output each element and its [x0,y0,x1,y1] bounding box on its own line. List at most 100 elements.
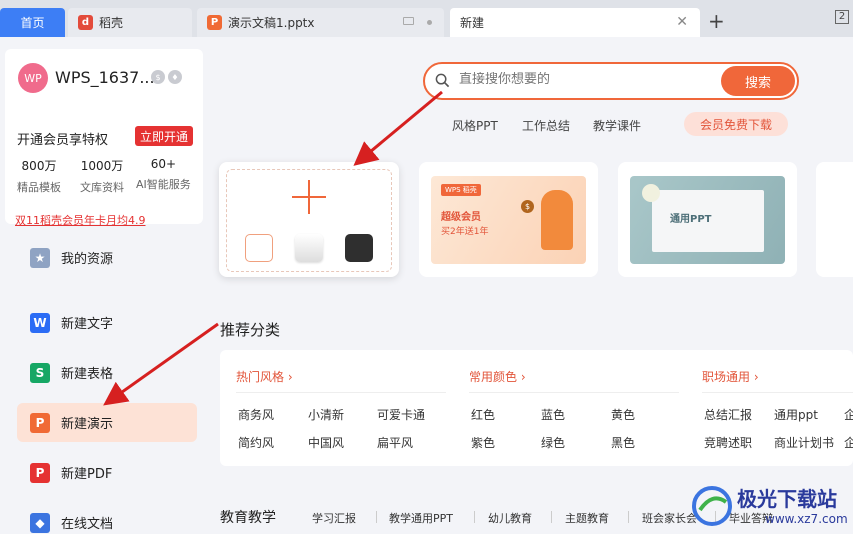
hot-keyword[interactable]: 风格PPT [452,117,498,134]
cloud-doc-icon: ◆ [30,512,50,533]
stat-value: 800万 [21,159,57,173]
category-item[interactable]: 绿色 [541,434,565,451]
star-icon: ★ [30,247,50,268]
writer-icon: W [30,312,50,333]
sidebar-item-online-doc[interactable]: ◆ 在线文档 [17,503,197,534]
tab-home-label: 首页 [20,16,45,30]
category-head-label: 热门风格 [236,370,285,384]
chevron-right-icon: › [753,370,759,384]
vip-badge-icon: ♦ [168,70,182,84]
category-item[interactable]: 黄色 [611,406,635,423]
separator [628,511,629,523]
watermark-logo-icon [692,486,732,526]
search-icon [435,73,450,88]
tab-new[interactable]: 新建 ✕ [450,8,700,37]
pdf-icon: P [30,462,50,483]
category-item[interactable]: 红色 [471,406,495,423]
ppt-file-icon: P [207,15,222,30]
category-item[interactable]: 小清新 [308,406,344,423]
category-item[interactable]: 竞聘述职 [704,434,752,451]
category-item[interactable]: 扁平风 [377,434,413,451]
education-item[interactable]: 幼儿教育 [488,510,532,526]
sidebar-item-resources[interactable]: ★ 我的资源 [17,238,197,277]
add-tab-icon[interactable]: + [708,11,725,31]
category-item[interactable]: 可爱卡通 [377,406,425,423]
tab-pptx[interactable]: P 演示文稿1.pptx [197,8,444,37]
vip-free-download-button[interactable]: 会员免费下载 [684,112,788,136]
category-head-work[interactable]: 职场通用 › [702,368,759,385]
tab-bar: 首页 d 稻壳 P 演示文稿1.pptx 新建 ✕ + 2 [0,0,853,37]
category-item[interactable]: 简约风 [238,434,274,451]
template-card-general[interactable]: 通用PPT [618,162,797,277]
user-card: WP WPS_1637... $ ♦ 开通会员享特权 立即开通 800万 精品模… [5,49,203,227]
new-blank-presentation-card[interactable] [219,162,399,277]
white-theme-swatch[interactable] [245,234,273,262]
sidebar-item-new-presentation[interactable]: P 新建演示 [17,403,197,442]
template-line2: 买2年送1年 [441,227,489,237]
sidebar-item-label: 新建表格 [61,367,114,382]
stat-docs: 1000万 文库资料 [80,157,124,195]
stat-value: 1000万 [80,159,124,173]
sidebar-item-new-doc[interactable]: W 新建文字 [17,303,197,342]
category-item[interactable]: 企 [844,434,853,451]
category-item[interactable]: 商业计划书 [774,434,834,451]
tab-home[interactable]: 首页 [0,8,65,37]
template-thumbnail: 通用PPT [630,176,785,264]
education-item[interactable]: 教学通用PPT [389,510,453,526]
watermark-text: 极光下载站 [737,487,837,511]
promo-link[interactable]: 双11稻壳会员年卡月均4.9 [15,212,146,228]
coin-icon: $ [521,200,534,213]
vip-promo-text: 开通会员享特权 [17,133,109,148]
tab-count-badge[interactable]: 2 [835,10,849,24]
tab-daoke[interactable]: d 稻壳 [68,8,192,37]
sidebar-item-new-sheet[interactable]: S 新建表格 [17,353,197,392]
stat-label: AI智能服务 [136,178,191,191]
tab-daoke-label: 稻壳 [99,16,124,30]
watermark: 极光下载站 www.xz7.com [690,480,853,534]
category-item[interactable]: 通用ppt [774,406,818,423]
template-card-vip[interactable]: WPS 稻壳 超级会员 买2年送1年 $ [419,162,598,277]
close-icon[interactable]: ✕ [676,14,688,30]
black-theme-swatch[interactable] [345,234,373,262]
sidebar-item-label: 我的资源 [61,252,114,267]
tab-pptx-label: 演示文稿1.pptx [228,16,315,30]
main-panel: 搜索 风格PPT 工作总结 教学课件 会员免费下载 WPS 稻壳 超级会员 买2… [212,37,853,534]
template-card-partial[interactable] [816,162,853,277]
open-vip-button[interactable]: 立即开通 [135,126,193,146]
category-head-label: 常用颜色 [469,370,518,384]
stat-ai: 60+ AI智能服务 [136,157,191,192]
category-item[interactable]: 紫色 [471,434,495,451]
avatar[interactable]: WP [18,63,48,93]
sidebar-item-label: 新建PDF [61,467,113,482]
category-item[interactable]: 蓝色 [541,406,565,423]
category-head-color[interactable]: 常用颜色 › [469,368,526,385]
category-head-style[interactable]: 热门风格 › [236,368,293,385]
sidebar-item-label: 新建演示 [61,417,114,432]
separator [474,511,475,523]
coin-badge-icon: $ [151,70,165,84]
search-input[interactable] [459,72,699,87]
hot-keyword[interactable]: 工作总结 [522,117,570,134]
sidebar-item-label: 新建文字 [61,317,114,332]
separator [376,511,377,523]
category-item[interactable]: 商务风 [238,406,274,423]
search-button[interactable]: 搜索 [721,66,795,96]
recommend-title: 推荐分类 [220,321,281,339]
education-item[interactable]: 班会家长会 [642,510,697,526]
spreadsheet-icon: S [30,362,50,383]
sidebar-item-new-pdf[interactable]: P 新建PDF [17,453,197,492]
hot-keyword[interactable]: 教学课件 [593,117,641,134]
category-item[interactable]: 总结汇报 [704,406,752,423]
divider [702,392,853,393]
monitor-icon[interactable] [403,17,414,25]
daoke-logo-icon: d [78,15,93,30]
category-item[interactable]: 黑色 [611,434,635,451]
divider [469,392,679,393]
category-item[interactable]: 中国风 [308,434,344,451]
search-bar: 搜索 [423,62,799,100]
education-item[interactable]: 主题教育 [565,510,609,526]
education-item[interactable]: 学习汇报 [312,510,356,526]
category-item[interactable]: 企 [844,406,853,423]
gray-theme-swatch[interactable] [295,234,323,262]
user-name[interactable]: WPS_1637... [55,68,155,87]
